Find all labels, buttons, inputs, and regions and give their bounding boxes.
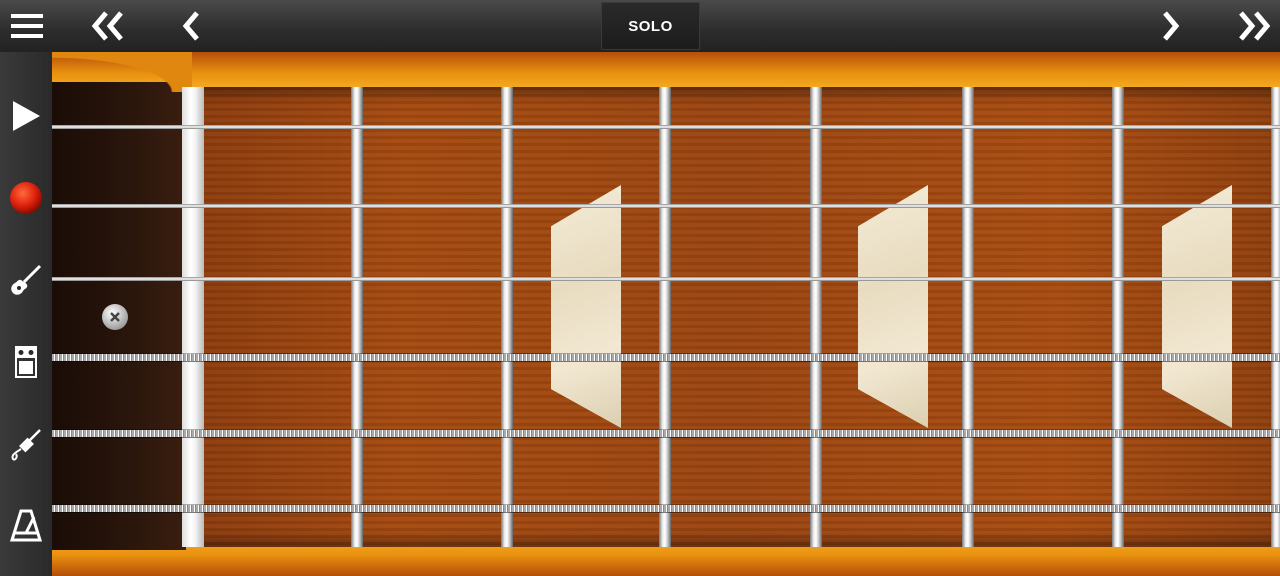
metronome-icon — [10, 509, 42, 542]
fret[interactable] — [659, 87, 671, 547]
guitar-string-3[interactable] — [52, 277, 1280, 281]
fret[interactable] — [962, 87, 974, 547]
previous-button[interactable] — [178, 0, 204, 52]
chevron-left-icon — [182, 11, 199, 41]
cable-jack-icon — [11, 429, 41, 461]
play-button[interactable] — [0, 86, 52, 146]
next-button[interactable] — [1158, 0, 1184, 52]
fret-inlay — [858, 185, 928, 428]
fret[interactable] — [501, 87, 513, 547]
screw-icon — [102, 304, 128, 330]
guitar-string-5[interactable] — [52, 430, 1280, 437]
next-section-button[interactable] — [1234, 0, 1274, 52]
fret[interactable] — [1271, 87, 1280, 547]
record-icon — [10, 182, 42, 214]
menu-icon — [11, 14, 43, 38]
fret[interactable] — [351, 87, 363, 547]
instrument-button[interactable] — [0, 250, 52, 310]
amplifier-icon — [15, 346, 37, 378]
audio-input-button[interactable] — [0, 414, 52, 474]
record-button[interactable] — [0, 168, 52, 228]
top-toolbar: SOLO — [0, 0, 1280, 53]
headstock-edge — [52, 52, 192, 92]
fret-inlay — [551, 185, 621, 428]
guitar-string-4[interactable] — [52, 354, 1280, 361]
guitar-string-6[interactable] — [52, 505, 1280, 512]
amplifier-button[interactable] — [0, 332, 52, 392]
menu-button[interactable] — [8, 0, 46, 52]
metronome-button[interactable] — [0, 496, 52, 556]
guitar-icon — [11, 264, 42, 295]
previous-section-button[interactable] — [88, 0, 128, 52]
nut — [182, 87, 204, 547]
guitar-string-1[interactable] — [52, 125, 1280, 129]
fret[interactable] — [1112, 87, 1124, 547]
fret-inlay — [1162, 185, 1232, 428]
double-chevron-left-icon — [91, 11, 123, 41]
chevron-right-icon — [1163, 11, 1180, 41]
fret[interactable] — [810, 87, 822, 547]
left-sidebar — [0, 52, 52, 576]
mode-solo-button[interactable]: SOLO — [601, 2, 700, 50]
guitar-neck[interactable] — [52, 52, 1280, 576]
mode-label: SOLO — [628, 17, 673, 35]
guitar-string-2[interactable] — [52, 204, 1280, 208]
play-icon — [13, 101, 40, 131]
double-chevron-right-icon — [1239, 11, 1271, 41]
